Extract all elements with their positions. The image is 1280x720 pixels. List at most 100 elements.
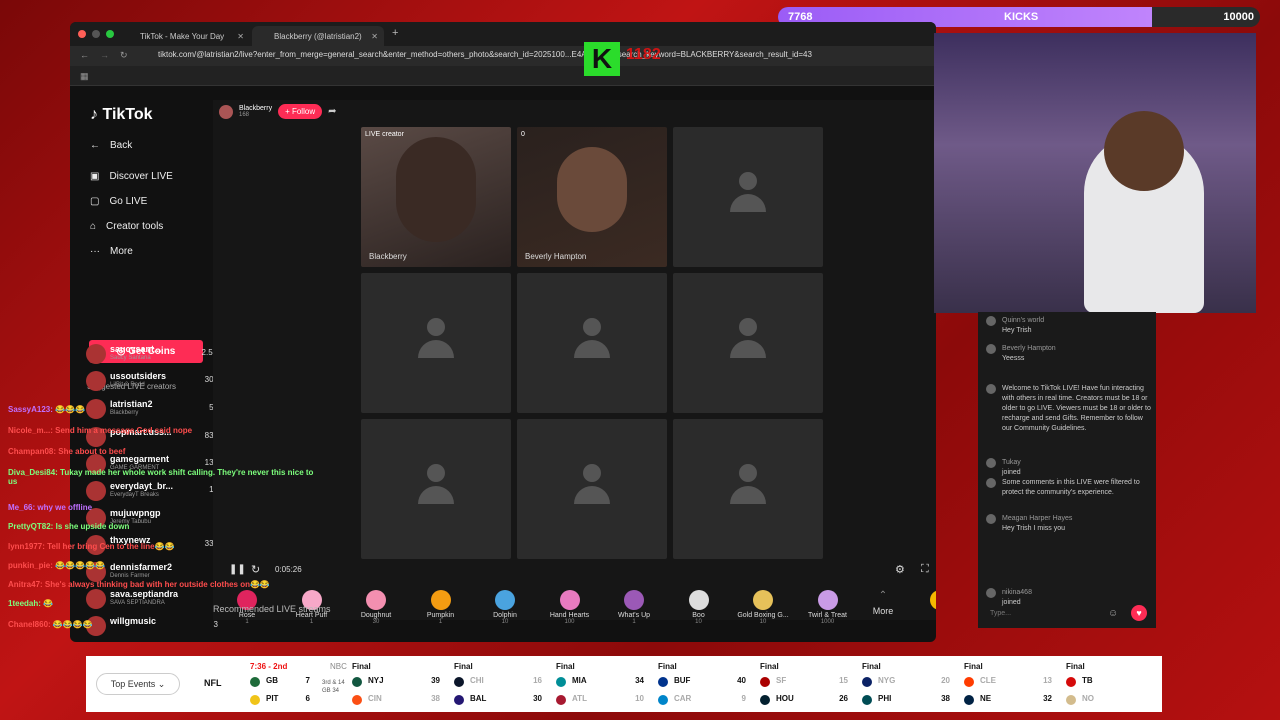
game-score[interactable]: Final SF 15 HOU 26 (760, 662, 860, 708)
back-nav-icon[interactable]: ← (80, 50, 89, 60)
overlay-chat-text: 😂😂😂😂 (52, 620, 93, 629)
creator-item[interactable]: saucysant... Saucy Santana 2.5K (86, 342, 218, 366)
chat-username[interactable]: Tukay (1002, 458, 1152, 468)
close-tab-icon[interactable]: ✕ (371, 32, 378, 41)
game-network: NBC (330, 662, 347, 671)
nav-discover-live[interactable]: ▣ Discover LIVE (90, 171, 173, 182)
team-logo-icon (964, 695, 974, 705)
chat-text: joined (1002, 469, 1021, 476)
guest-video (557, 147, 627, 232)
guest-cell-empty[interactable] (673, 127, 823, 267)
reload-icon[interactable]: ↻ (120, 50, 128, 61)
apps-grid-icon[interactable]: ▦ (80, 71, 89, 82)
game-score[interactable]: Final TB NO (1066, 662, 1162, 708)
game-score[interactable]: Final CLE 13 NE 32 (964, 662, 1064, 708)
forward-nav-icon[interactable]: → (100, 50, 109, 60)
chat-username[interactable]: Meagan Harper Hayes (1002, 514, 1152, 524)
creator-item[interactable]: ussoutsiders LilBit & Redd 302 (86, 369, 218, 393)
empty-seat-icon (730, 318, 766, 368)
guest-cell-empty[interactable] (517, 273, 667, 413)
nav-label: Creator tools (106, 221, 164, 232)
guest-cell-empty[interactable] (517, 419, 667, 559)
browser-tab-2[interactable]: Blackberry (@latristian2) ✕ (252, 26, 384, 46)
pause-icon[interactable]: ❚❚ (229, 564, 246, 575)
team-abbr: SF (776, 676, 787, 685)
game-score[interactable]: 7:36 - 2nd NBC GB 7 PIT 6 3rd & 14 GB 34 (250, 662, 350, 708)
team-row: PHI 38 (862, 694, 958, 706)
overlay-chat-text: Send him a message,God said nope (55, 426, 193, 435)
team-logo-icon (760, 695, 770, 705)
ticker-next-icon[interactable]: › (1136, 664, 1143, 687)
gift-heart-icon[interactable]: ♥ (1131, 605, 1147, 621)
team-abbr: MIA (572, 676, 587, 685)
guest-cell-empty[interactable] (673, 419, 823, 559)
camera-icon: ▢ (90, 196, 100, 207)
team-abbr: CIN (368, 694, 382, 703)
overlay-chat-text: She's always thinking bad with her outsi… (44, 580, 270, 589)
nav-go-live[interactable]: ▢ Go LIVE (90, 196, 147, 207)
game-score[interactable]: Final CHI 16 BAL 30 (454, 662, 554, 708)
overlay-chat-line: lynn1977: Tell her bring Cen to the line… (8, 542, 174, 551)
guest-cell-empty[interactable] (361, 419, 511, 559)
guest-cell-empty[interactable] (361, 273, 511, 413)
team-score: 30 (533, 694, 542, 703)
creator-item[interactable]: sava.septiandraSAVA SEPTIANDRA7 (86, 587, 218, 611)
url-input[interactable]: tiktok.com/@latristian2/live?enter_from_… (140, 50, 930, 63)
team-logo-icon (352, 695, 362, 705)
top-events-dropdown[interactable]: Top Events ⌄ (96, 673, 180, 695)
game-score[interactable]: Final MIA 34 ATL 10 (556, 662, 656, 708)
team-logo-icon (862, 677, 872, 687)
chat-message: Beverly Hampton Yeesss (986, 344, 1152, 364)
chat-message: nikina468 joined (986, 588, 1152, 608)
team-abbr: PIT (266, 694, 279, 703)
empty-seat-icon (730, 464, 766, 514)
close-window-icon[interactable] (78, 30, 86, 38)
chat-username[interactable]: Quinn's world (1002, 316, 1152, 326)
team-score: 15 (839, 676, 848, 685)
emoji-icon[interactable]: ☺ (1108, 608, 1118, 619)
overlay-chat-text: why we offline (37, 503, 93, 512)
host-avatar[interactable] (219, 104, 233, 119)
game-score[interactable]: Final NYG 20 PHI 38 (862, 662, 962, 708)
live-stage: Blackberry 168 + Follow ➦ LIVE creator Bl… (213, 100, 936, 625)
new-tab-icon[interactable]: + (392, 27, 398, 39)
team-row: NO (1066, 694, 1162, 706)
tiktok-logo[interactable]: ♪ TikTok (90, 106, 153, 124)
settings-gear-icon[interactable]: ⚙ (895, 563, 905, 576)
browser-tab-1[interactable]: TikTok - Make Your Day ✕ (118, 26, 250, 46)
game-score[interactable]: Final BUF 40 CAR 9 (658, 662, 758, 708)
guest-cell-empty[interactable] (673, 273, 823, 413)
chat-username[interactable]: Beverly Hampton (1002, 344, 1152, 354)
nav-back[interactable]: ← Back (90, 140, 132, 151)
overlay-chat-line: SassyA123: 😂😂😂 (8, 405, 85, 414)
team-row: BAL 30 (454, 694, 550, 706)
cell-name: Blackberry (369, 252, 407, 261)
creator-item[interactable]: willgmusic 3 (86, 614, 218, 638)
kick-overlay-logo: K (584, 42, 620, 76)
chat-input[interactable]: Type... (986, 606, 1124, 622)
overlay-chat-user: Anitra47: (8, 580, 43, 589)
guest-cell-beverly[interactable]: 0 Beverly Hampton (517, 127, 667, 267)
close-tab-icon[interactable]: ✕ (237, 32, 244, 41)
follow-button[interactable]: + Follow (278, 104, 323, 119)
refresh-icon[interactable]: ↻ (251, 563, 260, 576)
game-status: Final (352, 662, 371, 671)
nav-creator-tools[interactable]: ⌂ Creator tools (90, 221, 163, 232)
share-icon[interactable]: ➦ (328, 106, 336, 117)
guest-cell-host[interactable]: LIVE creator Blackberry (361, 127, 511, 267)
team-logo-icon (250, 695, 260, 705)
creator-item[interactable]: latristian2Blackberry56 (86, 397, 218, 421)
nav-more[interactable]: ··· More (90, 246, 133, 257)
team-score: 26 (839, 694, 848, 703)
creator-name: saucysant... (110, 344, 162, 354)
overlay-chat-line: 1teedah: 😂 (8, 599, 53, 608)
maximize-window-icon[interactable] (106, 30, 114, 38)
minimize-window-icon[interactable] (92, 30, 100, 38)
fullscreen-icon[interactable]: ⛶ (921, 563, 929, 576)
chat-username[interactable]: nikina468 (1002, 588, 1152, 598)
team-abbr: NYJ (368, 676, 384, 685)
game-score[interactable]: Final NYJ 39 CIN 38 (352, 662, 452, 708)
score-ticker: Top Events ⌄ NFL 7:36 - 2nd NBC GB 7 PIT 6 3rd… (86, 656, 1162, 712)
team-row: SF 15 (760, 676, 856, 688)
chat-text: Hey Trish I miss you (1002, 525, 1066, 532)
